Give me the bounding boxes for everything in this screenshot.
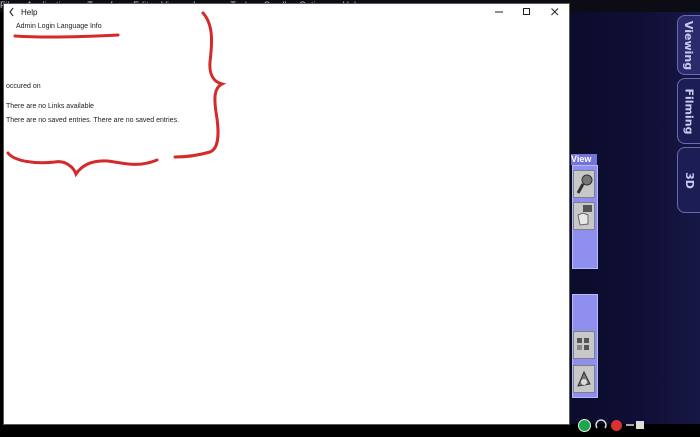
help-window: Help Admin Login Language Info occured o… bbox=[3, 3, 570, 425]
refresh-icon bbox=[595, 419, 607, 429]
tab-3d[interactable]: 3D bbox=[677, 147, 700, 213]
minimize-button[interactable] bbox=[485, 4, 513, 20]
maximize-button[interactable] bbox=[513, 4, 541, 20]
help-window-icon bbox=[9, 7, 14, 17]
help-nav-links[interactable]: Admin Login Language Info bbox=[16, 23, 102, 30]
maximize-icon bbox=[523, 8, 530, 15]
transfer-icon bbox=[626, 421, 644, 429]
error-icon bbox=[611, 419, 622, 431]
no-links-text: There are no Links available bbox=[6, 103, 94, 110]
hand-icon bbox=[577, 205, 592, 226]
close-icon bbox=[551, 8, 559, 16]
tab-3d-label: 3D bbox=[682, 171, 696, 189]
layout-tool-button[interactable] bbox=[573, 331, 595, 359]
close-button[interactable] bbox=[541, 4, 569, 20]
rotate-tool-button[interactable] bbox=[573, 365, 595, 393]
tab-filming-label: Filming bbox=[682, 88, 696, 134]
help-content: Admin Login Language Info occured on The… bbox=[4, 20, 569, 424]
status-ok-icon bbox=[578, 418, 591, 432]
no-saved-entries-text: There are no saved entries. There are no… bbox=[6, 117, 180, 124]
status-icon-bar bbox=[578, 418, 648, 432]
zoom-icon bbox=[576, 174, 593, 194]
window-title: Help bbox=[21, 7, 38, 17]
tool-panel-title: View bbox=[571, 154, 597, 165]
rotate-icon bbox=[577, 370, 591, 387]
tab-filming[interactable]: Filming bbox=[677, 78, 700, 144]
occurred-on-text: occured on bbox=[6, 83, 41, 90]
minimize-icon bbox=[495, 11, 503, 13]
tab-viewing-label: Viewing bbox=[682, 20, 696, 70]
zoom-tool-button[interactable] bbox=[573, 170, 595, 198]
tab-viewing[interactable]: Viewing bbox=[677, 15, 700, 75]
grid-icon bbox=[577, 338, 589, 350]
window-controls bbox=[485, 4, 569, 20]
title-bar[interactable]: Help bbox=[4, 4, 569, 20]
pan-tool-button[interactable] bbox=[573, 202, 595, 230]
